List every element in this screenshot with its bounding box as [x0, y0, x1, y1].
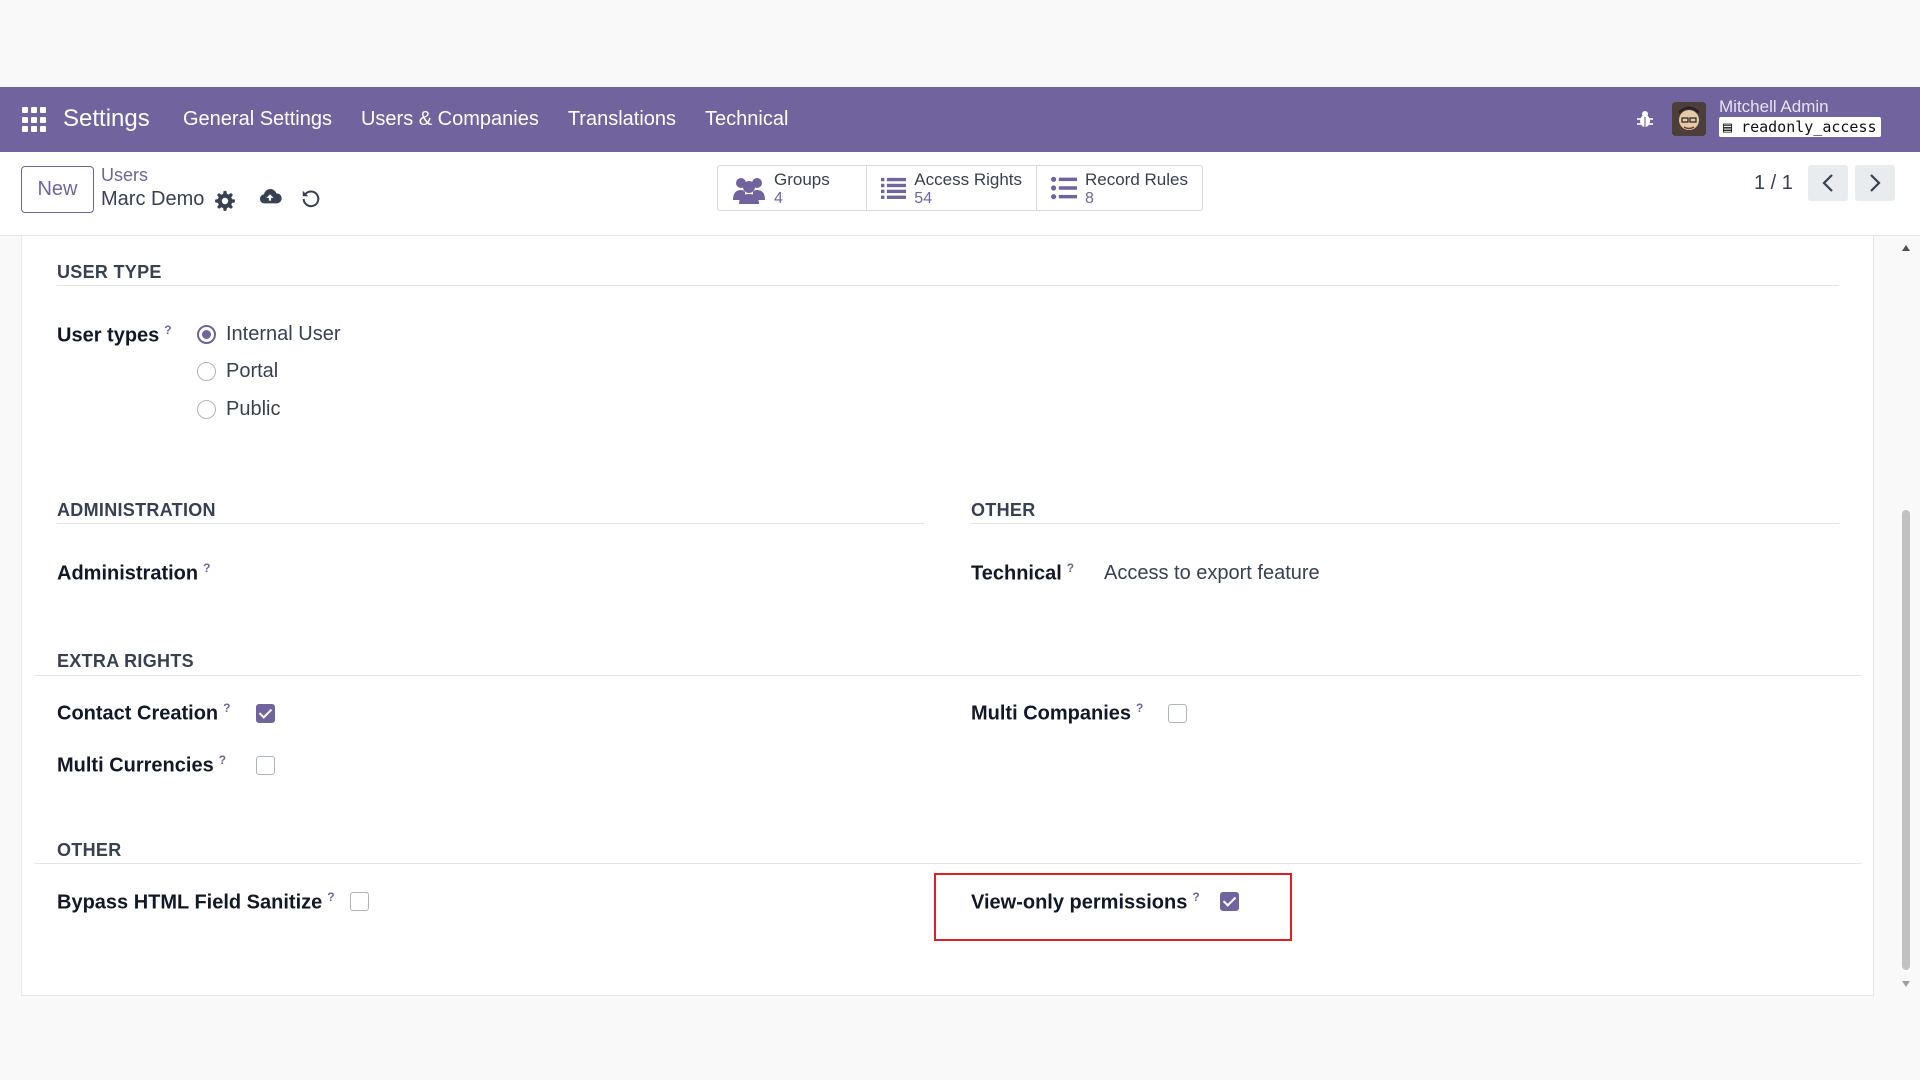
- bypass-html-label: Bypass HTML Field Sanitize?: [57, 890, 335, 915]
- chevron-right-icon: [1870, 174, 1881, 192]
- record-rules-count: 8: [1085, 190, 1094, 207]
- menu-technical[interactable]: Technical: [705, 108, 788, 131]
- main-menu: General Settings Users & Companies Trans…: [183, 108, 817, 131]
- radio-unchecked-icon[interactable]: [197, 362, 216, 381]
- database-icon: ▤: [1723, 118, 1733, 136]
- radio-portal[interactable]: Portal: [197, 360, 278, 383]
- gear-icon[interactable]: [214, 190, 236, 212]
- help-icon[interactable]: ?: [164, 323, 171, 337]
- section-extra-rights-title: EXTRA RIGHTS: [57, 651, 194, 671]
- bug-icon[interactable]: [1636, 109, 1654, 129]
- radio-portal-label: Portal: [226, 360, 279, 382]
- breadcrumb-current: Marc Demo: [101, 188, 205, 210]
- technical-label: Technical?: [971, 561, 1074, 586]
- user-types-label-text: User types: [57, 324, 160, 347]
- multi-currencies-checkbox[interactable]: [256, 756, 275, 775]
- user-avatar[interactable]: [1672, 102, 1706, 136]
- help-icon[interactable]: ?: [203, 561, 210, 575]
- database-badge: ▤ readonly_access: [1719, 117, 1881, 137]
- multi-currencies-label-text: Multi Currencies: [57, 754, 214, 777]
- radio-unchecked-icon[interactable]: [197, 400, 216, 419]
- pager-value[interactable]: 1 / 1: [1754, 172, 1793, 195]
- section-other-title: OTHER: [971, 500, 1036, 520]
- radio-checked-icon[interactable]: [197, 325, 216, 344]
- divider: [35, 863, 1861, 864]
- radio-public-label: Public: [226, 398, 281, 420]
- app-title[interactable]: Settings: [63, 105, 150, 133]
- users-icon: [733, 178, 765, 204]
- app-grid-icon[interactable]: [22, 107, 48, 133]
- scroll-down-icon[interactable]: [1901, 980, 1911, 988]
- section-user-type-title: USER TYPE: [57, 262, 162, 282]
- help-icon[interactable]: ?: [1067, 561, 1074, 575]
- top-navbar: Settings General Settings Users & Compan…: [0, 87, 1920, 152]
- scroll-up-icon[interactable]: [1901, 244, 1911, 252]
- access-rights-smart-button[interactable]: Access Rights 54: [867, 166, 1037, 210]
- contact-creation-label: Contact Creation?: [57, 701, 230, 726]
- help-icon[interactable]: ?: [223, 701, 230, 715]
- bypass-html-checkbox[interactable]: [350, 892, 369, 911]
- list-icon: [881, 177, 907, 199]
- discard-icon[interactable]: [300, 188, 322, 210]
- divider: [57, 285, 1839, 286]
- divider: [971, 523, 1839, 524]
- radio-public[interactable]: Public: [197, 398, 280, 421]
- radio-internal-user-label: Internal User: [226, 323, 341, 345]
- groups-label: Groups: [774, 170, 830, 189]
- access-rights-label: Access Rights: [914, 170, 1022, 189]
- multi-currencies-label: Multi Currencies?: [57, 753, 226, 778]
- section-administration-title: ADMINISTRATION: [57, 500, 216, 520]
- divider: [35, 675, 1861, 676]
- menu-general-settings[interactable]: General Settings: [183, 108, 332, 131]
- database-name: readonly_access: [1741, 118, 1877, 136]
- help-icon[interactable]: ?: [327, 890, 334, 904]
- bypass-html-label-text: Bypass HTML Field Sanitize: [57, 891, 323, 914]
- contact-creation-checkbox[interactable]: [256, 704, 275, 723]
- groups-smart-button[interactable]: Groups 4: [718, 166, 867, 210]
- help-icon[interactable]: ?: [1136, 701, 1143, 715]
- highlight-annotation: [934, 873, 1292, 941]
- groups-count: 4: [774, 190, 783, 207]
- breadcrumb-users[interactable]: Users: [101, 165, 148, 186]
- record-rules-label: Record Rules: [1085, 170, 1188, 189]
- technical-label-text: Technical: [971, 562, 1062, 585]
- control-panel: New Users Marc Demo Groups 4 Access Righ…: [0, 152, 1920, 236]
- divider: [57, 523, 924, 524]
- user-name[interactable]: Mitchell Admin: [1719, 97, 1829, 117]
- scrollbar[interactable]: [1900, 240, 1912, 995]
- radio-internal-user[interactable]: Internal User: [197, 323, 341, 346]
- multi-companies-checkbox[interactable]: [1168, 704, 1187, 723]
- smart-buttons: Groups 4 Access Rights 54 Record Rules 8: [717, 165, 1203, 211]
- access-rights-count: 54: [914, 190, 933, 207]
- pager-previous-button[interactable]: [1808, 165, 1848, 201]
- multi-companies-label: Multi Companies?: [971, 701, 1143, 726]
- section-other-bottom-title: OTHER: [57, 840, 122, 860]
- scrollbar-thumb[interactable]: [1902, 510, 1910, 970]
- new-button[interactable]: New: [21, 166, 94, 213]
- menu-translations[interactable]: Translations: [568, 108, 676, 131]
- menu-users-companies[interactable]: Users & Companies: [361, 108, 539, 131]
- pager-next-button[interactable]: [1855, 165, 1895, 201]
- technical-value[interactable]: Access to export feature: [1104, 562, 1320, 585]
- help-icon[interactable]: ?: [219, 753, 226, 767]
- user-types-label: User types?: [57, 323, 172, 348]
- contact-creation-label-text: Contact Creation: [57, 702, 219, 725]
- administration-label: Administration?: [57, 561, 210, 586]
- multi-companies-label-text: Multi Companies: [971, 702, 1132, 725]
- record-rules-smart-button[interactable]: Record Rules 8: [1037, 166, 1202, 210]
- list-icon: [1051, 176, 1077, 200]
- cloud-upload-icon[interactable]: [258, 186, 282, 208]
- chevron-left-icon: [1822, 174, 1833, 192]
- administration-label-text: Administration: [57, 562, 199, 585]
